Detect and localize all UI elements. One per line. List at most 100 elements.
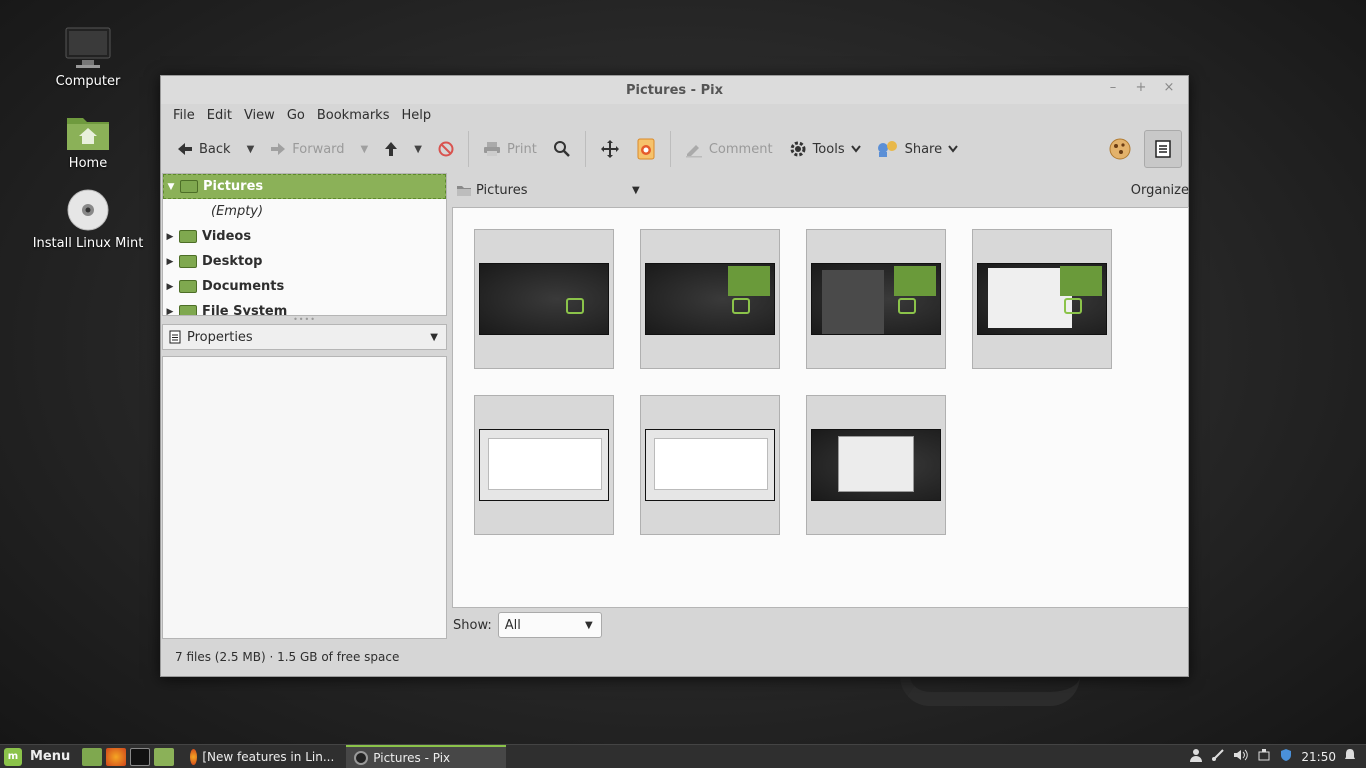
organize-button[interactable]: Organize: [1131, 183, 1189, 198]
expander-closed-icon[interactable]: ▶: [163, 232, 177, 242]
pix-window: Pictures - Pix – + × File Edit View Go B…: [160, 75, 1189, 677]
quick-launch: [78, 747, 178, 766]
system-tray: 21:50: [1189, 748, 1366, 765]
menu-view[interactable]: View: [238, 108, 281, 123]
menu-go[interactable]: Go: [281, 108, 311, 123]
menu-help[interactable]: Help: [395, 108, 437, 123]
location-selector[interactable]: Pictures: [476, 183, 527, 198]
arrow-up-icon: [385, 142, 398, 156]
task-label: [New features in Lin...: [202, 749, 335, 764]
start-menu-button[interactable]: m Menu: [0, 747, 78, 766]
computer-icon: [28, 24, 148, 70]
show-label: Show:: [453, 617, 492, 633]
tree-item-file-system[interactable]: ▶ File System: [163, 299, 446, 316]
forward-button[interactable]: Forward: [264, 131, 350, 167]
print-button[interactable]: Print: [477, 131, 543, 167]
removable-drive-icon[interactable]: [1257, 748, 1271, 765]
expander-closed-icon[interactable]: ▶: [163, 282, 177, 292]
properties-selector[interactable]: Properties ▼: [162, 324, 447, 350]
expander-closed-icon[interactable]: ▶: [163, 257, 177, 267]
cookie-icon: [1109, 138, 1131, 160]
share-button[interactable]: Share: [871, 131, 965, 167]
thumbnail-item[interactable]: [474, 229, 614, 369]
up-dropdown[interactable]: ▼: [408, 144, 428, 155]
thumbnail-item[interactable]: [806, 395, 946, 535]
thumbnail-image: [811, 263, 941, 335]
stop-button[interactable]: [432, 131, 460, 167]
documents-folder-icon: [179, 280, 197, 293]
linux-mint-logo-icon: m: [4, 747, 22, 766]
close-button[interactable]: ×: [1160, 80, 1178, 95]
expander-closed-icon[interactable]: ▶: [163, 307, 177, 316]
thumbnail-item[interactable]: [640, 395, 780, 535]
back-button[interactable]: Back: [171, 131, 237, 167]
tree-item-label: Videos: [202, 229, 252, 244]
search-button[interactable]: [547, 131, 577, 167]
gear-icon: [790, 141, 806, 157]
forward-history-dropdown[interactable]: ▼: [355, 144, 375, 155]
show-filter-value: All: [504, 617, 521, 633]
thumbnail-image: [645, 263, 775, 335]
sidebar-toggle-button[interactable]: [1144, 130, 1182, 168]
show-filter-dropdown[interactable]: All ▼: [497, 612, 602, 638]
thumbnail-item[interactable]: [474, 395, 614, 535]
notification-icon[interactable]: [1344, 748, 1356, 765]
desktop-icon-home[interactable]: Home: [28, 106, 148, 171]
slideshow-button[interactable]: [630, 131, 662, 167]
shield-icon[interactable]: [1279, 748, 1293, 765]
arrow-right-icon: [271, 143, 286, 155]
folder-icon: [457, 185, 471, 196]
tree-item-desktop[interactable]: ▶ Desktop: [163, 249, 446, 274]
tree-item-pictures[interactable]: ▼ Pictures: [163, 174, 446, 199]
desktop-icon-install[interactable]: Install Linux Mint: [28, 186, 148, 251]
home-folder-icon: [28, 106, 148, 152]
drive-icon: [179, 305, 197, 315]
title-bar[interactable]: Pictures - Pix – + ×: [161, 76, 1188, 104]
properties-icon: [169, 330, 181, 344]
slideshow-icon: [637, 138, 655, 160]
main-menu-button[interactable]: [1102, 131, 1138, 167]
chevron-down-icon[interactable]: ▼: [632, 185, 640, 196]
show-desktop-icon[interactable]: [82, 747, 103, 766]
fullscreen-button[interactable]: [594, 131, 626, 167]
minimize-button[interactable]: –: [1104, 80, 1122, 95]
thumbnail-item[interactable]: [972, 229, 1112, 369]
clock[interactable]: 21:50: [1301, 750, 1336, 764]
terminal-icon[interactable]: [130, 747, 151, 766]
user-icon[interactable]: [1189, 748, 1203, 765]
pictures-folder-icon: [180, 180, 198, 193]
menu-bar: File Edit View Go Bookmarks Help: [161, 104, 1188, 126]
up-button[interactable]: [378, 131, 404, 167]
tree-item-documents[interactable]: ▶ Documents: [163, 274, 446, 299]
toolbar-separator: [584, 131, 586, 167]
volume-icon[interactable]: [1233, 748, 1249, 765]
browser-area: Pictures ▼ Organize Show: All ▼: [452, 173, 1189, 642]
printer-icon: [483, 142, 500, 156]
menu-edit[interactable]: Edit: [201, 108, 238, 123]
tree-item-label: Documents: [202, 279, 285, 294]
menu-bookmarks[interactable]: Bookmarks: [311, 108, 396, 123]
back-history-dropdown[interactable]: ▼: [241, 144, 261, 155]
desktop-icon-label: Home: [68, 156, 108, 171]
thumbnail-item[interactable]: [640, 229, 780, 369]
thumbnail-image: [479, 263, 609, 335]
tools-button[interactable]: Tools: [783, 131, 867, 167]
chevron-down-icon: ▼: [585, 619, 593, 631]
taskbar-item-pix[interactable]: Pictures - Pix: [346, 744, 507, 768]
tree-item-videos[interactable]: ▶ Videos: [163, 224, 446, 249]
forward-label: Forward: [292, 141, 345, 157]
comment-label: Comment: [708, 141, 773, 157]
network-icon[interactable]: [1211, 748, 1225, 765]
menu-file[interactable]: File: [167, 108, 201, 123]
task-label: Pictures - Pix: [373, 750, 451, 765]
firefox-icon[interactable]: [106, 747, 127, 766]
maximize-button[interactable]: +: [1132, 80, 1150, 95]
desktop-icon-label: Computer: [55, 74, 121, 89]
taskbar-item-firefox[interactable]: [New features in Lin...: [182, 745, 342, 768]
thumbnail-item[interactable]: [806, 229, 946, 369]
files-icon[interactable]: [154, 747, 175, 766]
comment-button[interactable]: Comment: [679, 131, 779, 167]
desktop-icon-computer[interactable]: Computer: [28, 24, 148, 89]
pix-app-icon: [354, 750, 369, 765]
pane-resize-handle[interactable]: ••••: [162, 315, 447, 324]
